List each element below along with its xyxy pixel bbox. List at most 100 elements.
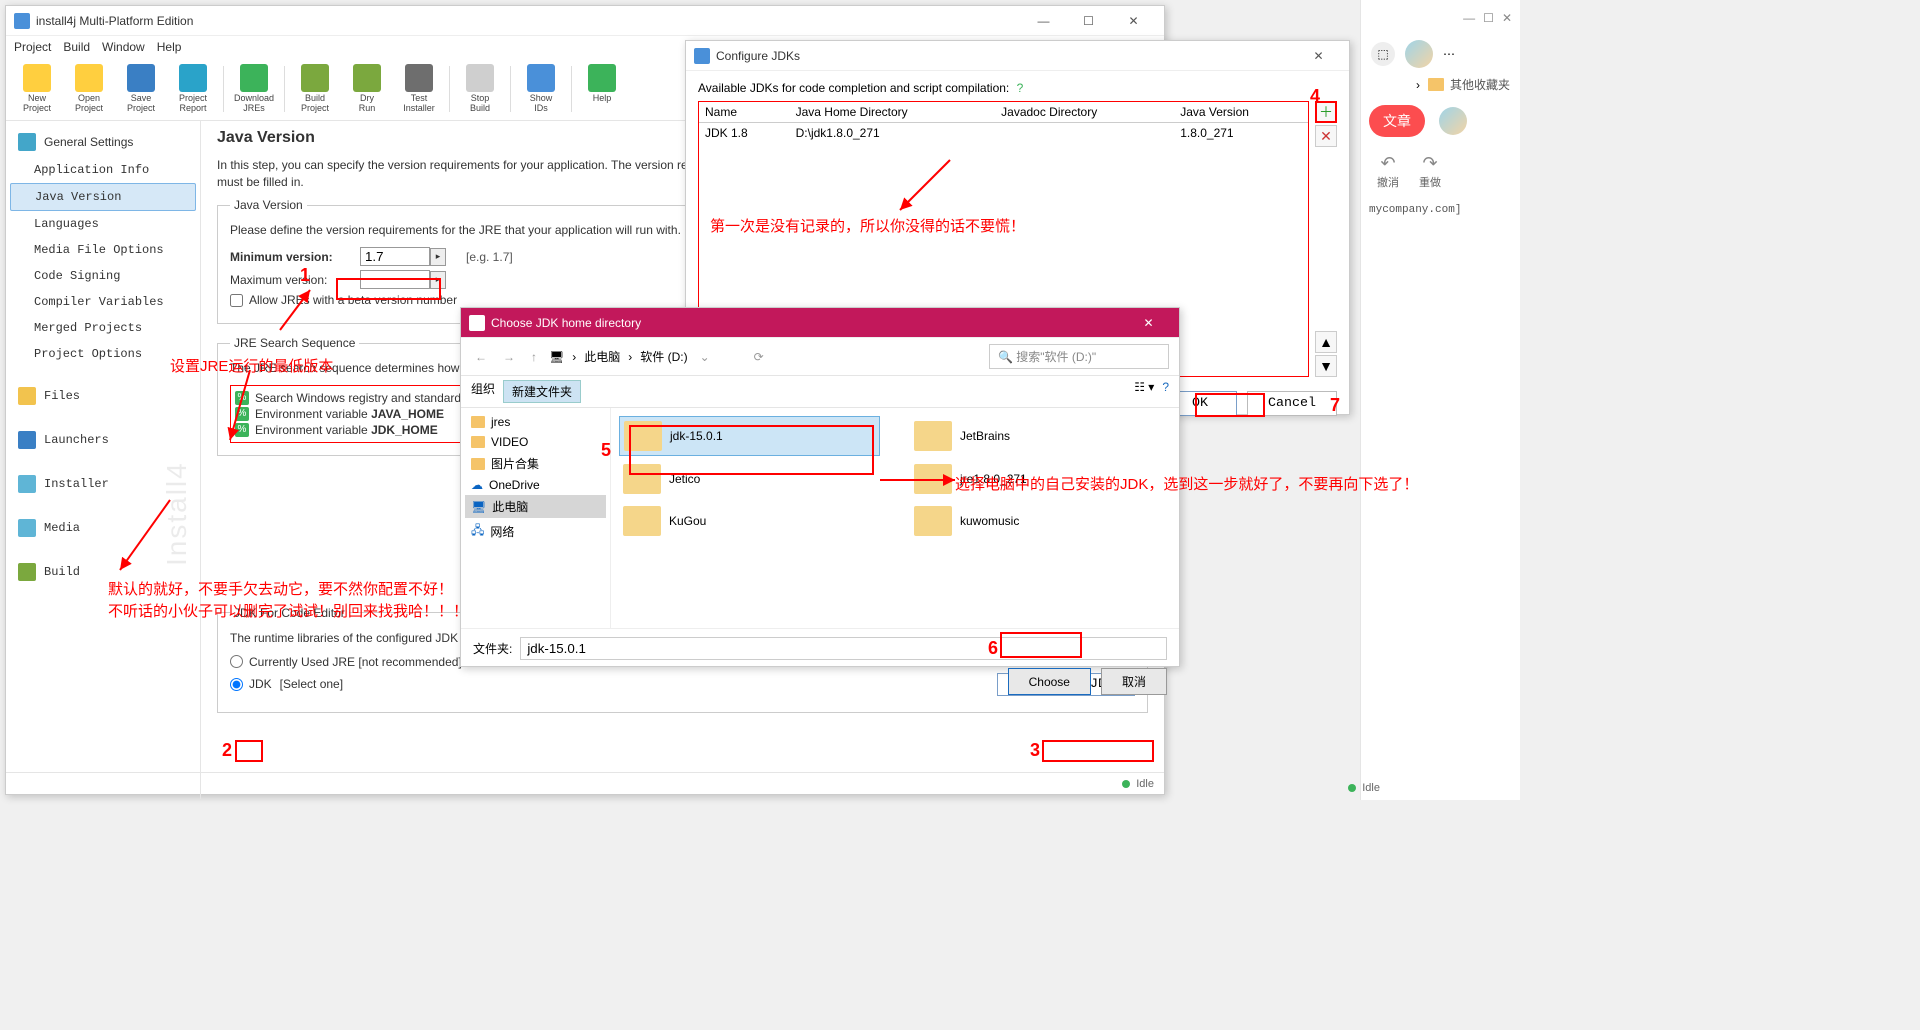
choose-button[interactable]: Choose xyxy=(1008,668,1091,695)
crumb-dropdown[interactable]: ⌄ xyxy=(696,348,714,366)
dlg-titlebar: Configure JDKs ✕ xyxy=(686,41,1349,71)
toolbar-save-project[interactable]: SaveProject xyxy=(116,62,166,116)
dlg-title: Configure JDKs xyxy=(716,49,1296,63)
fc-nav: ← → ↑ 🖥 › 此电脑 › 软件 (D:) ⌄ ⟳ 🔍 搜索"软件 (D:)… xyxy=(461,338,1179,376)
max-version-input[interactable] xyxy=(360,270,430,289)
jdk-table[interactable]: Name Java Home Directory Javadoc Directo… xyxy=(699,102,1308,143)
undo-button[interactable]: ↶撤消 xyxy=(1377,153,1399,190)
organize-menu[interactable]: 组织 xyxy=(471,380,495,403)
menu-window[interactable]: Window xyxy=(102,40,145,54)
file-item[interactable]: KuGou xyxy=(619,502,880,540)
extension-icon[interactable]: ⬚ xyxy=(1371,42,1395,66)
minimize-icon[interactable]: — xyxy=(1463,11,1475,25)
sidebar-item-code-signing[interactable]: Code Signing xyxy=(10,263,196,289)
beta-checkbox[interactable] xyxy=(230,294,243,307)
toolbar-download-jres[interactable]: DownloadJREs xyxy=(229,62,279,116)
forward-button[interactable]: → xyxy=(499,348,519,366)
fc-close-button[interactable]: ✕ xyxy=(1126,309,1171,337)
maximize-icon[interactable]: ☐ xyxy=(1483,11,1494,25)
max-version-label: Maximum version: xyxy=(230,273,360,287)
tree-item[interactable]: 🖥此电脑 xyxy=(465,495,606,518)
remove-jdk-button[interactable]: ✕ xyxy=(1315,125,1337,147)
min-version-label: Minimum version: xyxy=(230,250,360,264)
jdk-row[interactable]: JDK 1.8 D:\jdk1.8.0_271 1.8.0_271 xyxy=(699,123,1308,144)
file-item[interactable]: jre1.8.0_271 xyxy=(910,460,1171,498)
tree-item[interactable]: ☁OneDrive xyxy=(465,475,606,495)
toolbar-build-project[interactable]: BuildProject xyxy=(290,62,340,116)
redo-button[interactable]: ↷重做 xyxy=(1419,153,1441,190)
file-list[interactable]: jdk-15.0.1 JetBrains Jetico jre1.8.0_271 KuG… xyxy=(611,408,1179,628)
filename-input[interactable] xyxy=(520,637,1167,660)
refresh-button[interactable]: ⟳ xyxy=(750,348,768,366)
browser-panel: — ☐ ✕ ⬚ ⋯ › 其他收藏夹 文章 ↶撤消 ↷重做 mycompany.c… xyxy=(1360,0,1520,800)
favorites-folder[interactable]: 其他收藏夹 xyxy=(1428,76,1510,93)
maximize-button[interactable]: ☐ xyxy=(1066,7,1111,35)
sidebar-item-media-file-options[interactable]: Media File Options xyxy=(10,237,196,263)
crumb-pc[interactable]: 此电脑 xyxy=(584,348,620,365)
sidebar-general-settings[interactable]: General Settings xyxy=(10,127,196,157)
legend: JRE Search Sequence xyxy=(230,336,359,350)
help-button[interactable]: ? xyxy=(1162,380,1169,403)
dlg-close-button[interactable]: ✕ xyxy=(1296,42,1341,70)
filename-label: 文件夹: xyxy=(473,640,512,657)
more-icon[interactable]: ⋯ xyxy=(1443,47,1455,61)
tree-item[interactable]: VIDEO xyxy=(465,432,606,452)
toolbar-stop-build[interactable]: StopBuild xyxy=(455,62,505,116)
sidebar-section-launchers[interactable]: Launchers xyxy=(10,425,196,455)
back-button[interactable]: ← xyxy=(471,348,491,366)
tree-item[interactable]: jres xyxy=(465,412,606,432)
toolbar-show-ids[interactable]: ShowIDs xyxy=(516,62,566,116)
help-icon[interactable]: ? xyxy=(1017,81,1024,95)
min-version-input[interactable] xyxy=(360,247,430,266)
menu-project[interactable]: Project xyxy=(14,40,51,54)
chevron-right-icon[interactable]: › xyxy=(1416,78,1420,92)
tree-item[interactable]: 🖧网络 xyxy=(465,518,606,545)
folder-tree[interactable]: jresVIDEO图片合集☁OneDrive🖥此电脑🖧网络 xyxy=(461,408,611,628)
window-title: install4j Multi-Platform Edition xyxy=(36,14,1021,28)
cancel-button[interactable]: 取消 xyxy=(1101,668,1167,695)
tree-item[interactable]: 图片合集 xyxy=(465,452,606,475)
menu-build[interactable]: Build xyxy=(63,40,90,54)
sidebar-item-languages[interactable]: Languages xyxy=(10,211,196,237)
minimize-button[interactable]: — xyxy=(1021,7,1066,35)
view-button[interactable]: ☷ ▾ xyxy=(1134,380,1154,403)
add-jdk-button[interactable]: ＋ xyxy=(1315,101,1337,123)
max-version-stepper[interactable]: ▸ xyxy=(430,271,446,289)
file-item[interactable]: Jetico xyxy=(619,460,880,498)
radio-jdk[interactable] xyxy=(230,678,243,691)
jdk-select-value[interactable]: [Select one] xyxy=(280,677,343,691)
close-button[interactable]: ✕ xyxy=(1111,7,1156,35)
avatar[interactable] xyxy=(1439,107,1467,135)
min-version-stepper[interactable]: ▸ xyxy=(430,248,446,266)
search-input[interactable]: 🔍 搜索"软件 (D:)" xyxy=(989,344,1169,369)
avatar[interactable] xyxy=(1405,40,1433,68)
move-up-button[interactable]: ▲ xyxy=(1315,331,1337,353)
file-item[interactable]: JetBrains xyxy=(910,416,1171,456)
sidebar-item-java-version[interactable]: Java Version xyxy=(10,183,196,211)
new-folder-button[interactable]: 新建文件夹 xyxy=(503,380,581,403)
menu-help[interactable]: Help xyxy=(157,40,182,54)
sidebar-item-project-options[interactable]: Project Options xyxy=(10,341,196,367)
up-button[interactable]: ↑ xyxy=(527,348,541,366)
article-pill[interactable]: 文章 xyxy=(1369,105,1425,137)
sidebar-section-files[interactable]: Files xyxy=(10,381,196,411)
min-version-hint: [e.g. 1.7] xyxy=(466,250,513,264)
folder-icon xyxy=(1428,78,1444,91)
sidebar-item-merged-projects[interactable]: Merged Projects xyxy=(10,315,196,341)
sidebar-item-compiler-variables[interactable]: Compiler Variables xyxy=(10,289,196,315)
cancel-button[interactable]: Cancel xyxy=(1247,391,1337,416)
file-item[interactable]: kuwomusic xyxy=(910,502,1171,540)
beta-label: Allow JREs with a beta version number xyxy=(249,293,457,307)
toolbar-dry-run[interactable]: DryRun xyxy=(342,62,392,116)
toolbar-project-report[interactable]: ProjectReport xyxy=(168,62,218,116)
toolbar-help[interactable]: Help xyxy=(577,62,627,116)
sidebar-item-application-info[interactable]: Application Info xyxy=(10,157,196,183)
toolbar-new-project[interactable]: NewProject xyxy=(12,62,62,116)
toolbar-open-project[interactable]: OpenProject xyxy=(64,62,114,116)
close-icon[interactable]: ✕ xyxy=(1502,11,1512,25)
toolbar-test-installer[interactable]: TestInstaller xyxy=(394,62,444,116)
crumb-drive[interactable]: 软件 (D:) xyxy=(640,348,687,365)
radio-current-jre[interactable] xyxy=(230,655,243,668)
file-item[interactable]: jdk-15.0.1 xyxy=(619,416,880,456)
move-down-button[interactable]: ▼ xyxy=(1315,355,1337,377)
